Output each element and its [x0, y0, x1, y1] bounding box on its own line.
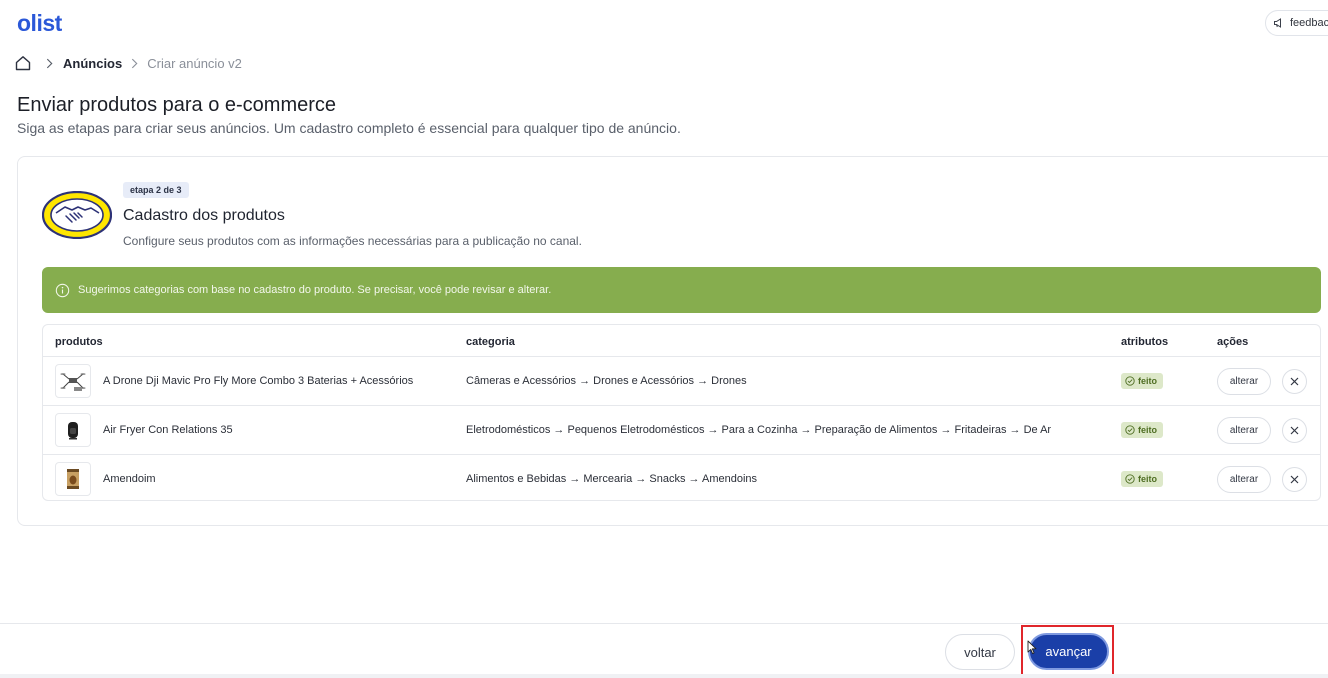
- back-button[interactable]: voltar: [945, 634, 1015, 670]
- mercado-livre-logo: [41, 190, 113, 240]
- breadcrumb-item-current: Criar anúncio v2: [147, 55, 242, 71]
- category-suggestion-alert: Sugerimos categorias com base no cadastr…: [42, 267, 1321, 313]
- product-thumbnail: [55, 413, 91, 447]
- check-circle-icon: [1125, 474, 1135, 484]
- home-icon[interactable]: [14, 54, 32, 72]
- air-fryer-icon: [68, 422, 78, 440]
- step-badge: etapa 2 de 3: [123, 182, 189, 198]
- close-icon: [1290, 377, 1299, 386]
- info-icon: [55, 283, 70, 297]
- chevron-right-icon: [46, 58, 53, 69]
- breadcrumb: Anúncios Criar anúncio v2: [14, 53, 242, 73]
- product-thumbnail: [55, 364, 91, 398]
- check-circle-icon: [1125, 376, 1135, 386]
- status-badge: feito: [1121, 471, 1163, 487]
- column-header-products: produtos: [55, 336, 103, 348]
- remove-button[interactable]: [1282, 418, 1307, 443]
- status-text: feito: [1138, 425, 1157, 435]
- product-name: A Drone Dji Mavic Pro Fly More Combo 3 B…: [103, 375, 414, 387]
- remove-button[interactable]: [1282, 467, 1307, 492]
- page-subtitle: Siga as etapas para criar seus anúncios.…: [17, 120, 681, 136]
- column-header-attributes: atributos: [1121, 336, 1169, 348]
- close-icon: [1290, 475, 1299, 484]
- status-text: feito: [1138, 474, 1157, 484]
- feedback-button[interactable]: feedbac: [1265, 10, 1328, 36]
- mouse-cursor-icon: [1027, 640, 1037, 655]
- step-card: etapa 2 de 3 Cadastro dos produtos Confi…: [17, 156, 1328, 526]
- check-circle-icon: [1125, 425, 1135, 435]
- status-badge: feito: [1121, 373, 1163, 389]
- page-title: Enviar produtos para o e-commerce: [17, 94, 337, 116]
- column-header-actions: ações: [1217, 336, 1249, 348]
- status-badge: feito: [1121, 422, 1163, 438]
- alter-button[interactable]: alterar: [1217, 417, 1271, 444]
- peanut-package-icon: [67, 469, 79, 489]
- close-icon: [1290, 426, 1299, 435]
- remove-button[interactable]: [1282, 369, 1307, 394]
- product-thumbnail: [55, 462, 91, 496]
- product-name: Amendoim: [103, 473, 156, 485]
- megaphone-icon: [1274, 18, 1281, 28]
- column-header-category: categoria: [466, 336, 515, 348]
- table-row: A Drone Dji Mavic Pro Fly More Combo 3 B…: [43, 357, 1320, 406]
- footer-actions: voltar avançar: [0, 623, 1328, 678]
- olist-logo[interactable]: olist: [17, 10, 62, 37]
- next-button[interactable]: avançar: [1028, 633, 1109, 670]
- chevron-right-icon: [131, 58, 138, 69]
- feedback-label: feedbac: [1290, 17, 1328, 29]
- table-header: produtos categoria atributos ações: [43, 325, 1320, 357]
- status-text: feito: [1138, 376, 1157, 386]
- drone-icon: [60, 373, 86, 391]
- product-name: Air Fryer Con Relations 35: [103, 424, 233, 436]
- breadcrumb-item-anuncios[interactable]: Anúncios: [63, 56, 122, 71]
- product-category: Alimentos e Bebidas → Mercearia → Snacks…: [466, 473, 758, 485]
- bottom-strip: [0, 674, 1328, 678]
- alter-button[interactable]: alterar: [1217, 466, 1271, 493]
- products-table: produtos categoria atributos ações A Dro…: [42, 324, 1321, 501]
- step-description: Configure seus produtos com as informaçõ…: [123, 234, 582, 248]
- alter-button[interactable]: alterar: [1217, 368, 1271, 395]
- product-category: Eletrodomésticos → Pequenos Eletrodomést…: [466, 424, 1052, 436]
- step-title: Cadastro dos produtos: [123, 207, 285, 224]
- product-category: Câmeras e Acessórios → Drones e Acessóri…: [466, 375, 747, 387]
- table-row: Air Fryer Con Relations 35 Eletrodomésti…: [43, 406, 1320, 455]
- alert-text: Sugerimos categorias com base no cadastr…: [78, 284, 552, 296]
- table-row: Amendoim Alimentos e Bebidas → Mercearia…: [43, 455, 1320, 500]
